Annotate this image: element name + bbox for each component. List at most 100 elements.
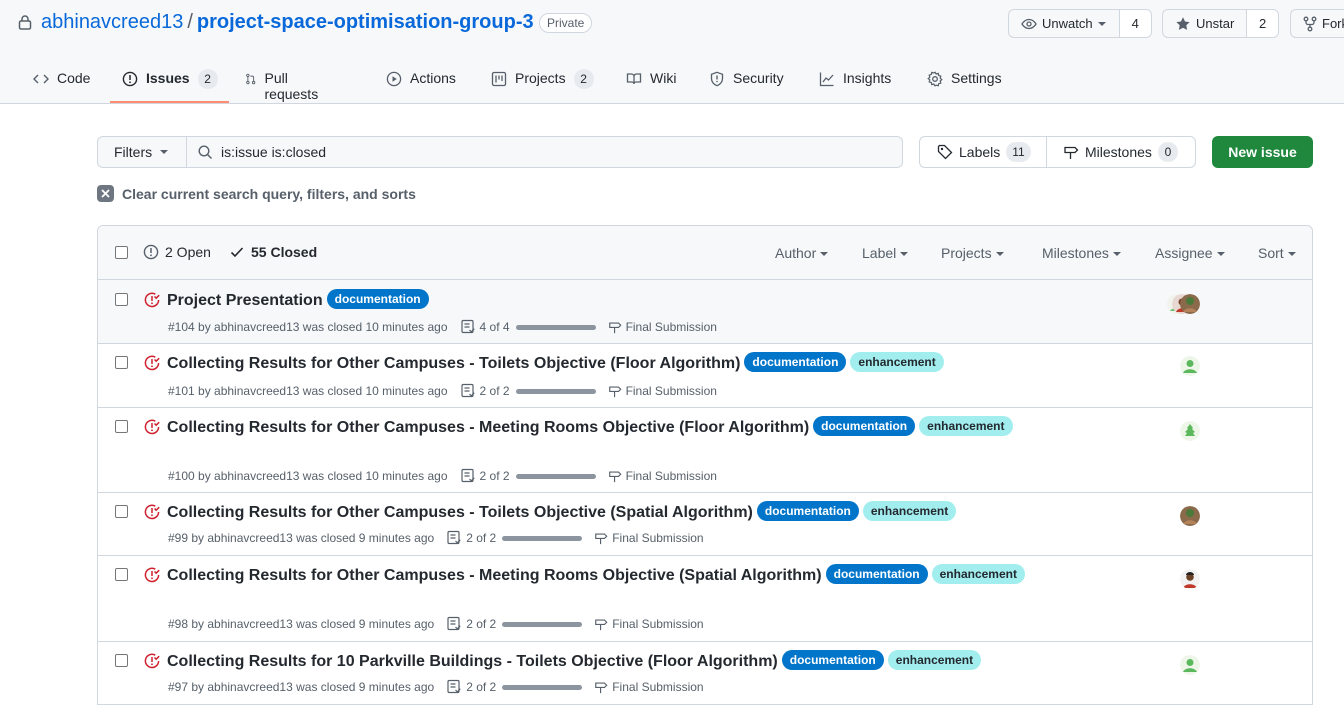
milestones-button[interactable]: Milestones 0	[1047, 137, 1178, 167]
milestones-label: Milestones	[1085, 144, 1152, 160]
label-enhancement[interactable]: enhancement	[850, 352, 944, 372]
tab-projects[interactable]: Projects 2	[491, 64, 594, 104]
visibility-badge: Private	[539, 13, 593, 33]
checklist-icon	[460, 319, 475, 334]
clear-filters-link[interactable]: Clear current search query, filters, and…	[97, 185, 416, 202]
milestone-name: Final Submission	[625, 320, 717, 334]
repo-name-link[interactable]: project-space-optimisation-group-3	[197, 11, 534, 33]
task-progress-text: 2 of 2	[466, 531, 497, 545]
new-issue-button[interactable]: New issue	[1212, 136, 1313, 168]
tab-issues[interactable]: Issues 2	[122, 64, 218, 104]
labels-label: Labels	[959, 144, 1001, 160]
milestone-link[interactable]: Final Submission	[608, 384, 717, 398]
task-progress-text: 2 of 2	[479, 469, 510, 483]
issue-checkbox[interactable]	[115, 293, 128, 306]
labels-milestones-group: Labels 11 Milestones 0	[919, 136, 1196, 168]
tab-actions[interactable]: Actions	[386, 64, 456, 104]
filters-label: Filters	[114, 144, 153, 160]
tab-settings[interactable]: Settings	[927, 64, 1002, 104]
label-enhancement[interactable]: enhancement	[919, 416, 1013, 436]
closed-issues-link[interactable]: 55 Closed	[229, 244, 317, 260]
milestone-icon	[1064, 146, 1079, 159]
tab-code[interactable]: Code	[33, 64, 90, 104]
label-documentation[interactable]: documentation	[825, 564, 928, 584]
issue-title-link[interactable]: Collecting Results for Other Campuses - …	[167, 419, 809, 436]
label-documentation[interactable]: documentation	[756, 501, 859, 521]
issue-title: Project Presentation documentation	[167, 289, 1052, 313]
repo-owner-link[interactable]: abhinavcreed13	[41, 11, 183, 33]
issue-checkbox[interactable]	[115, 654, 128, 667]
milestone-link[interactable]: Final Submission	[608, 320, 717, 334]
code-icon	[33, 74, 49, 84]
clear-filters-label: Clear current search query, filters, and…	[122, 185, 416, 202]
tab-insights[interactable]: Insights	[819, 64, 891, 104]
label-enhancement[interactable]: enhancement	[887, 650, 982, 670]
assignee-avatar[interactable]	[1180, 421, 1200, 441]
assignee-filter[interactable]: Assignee	[1155, 245, 1225, 261]
task-progress-bar	[502, 535, 583, 541]
unstar-label: Unstar	[1196, 16, 1235, 31]
assignee-avatar[interactable]	[1180, 569, 1200, 589]
milestones-filter[interactable]: Milestones	[1042, 245, 1121, 261]
label-enhancement[interactable]: enhancement	[862, 501, 957, 521]
issue-closed-icon	[144, 292, 160, 308]
milestone-link[interactable]: Final Submission	[608, 469, 717, 483]
issue-title-link[interactable]: Collecting Results for Other Campuses - …	[167, 567, 822, 584]
issue-checkbox[interactable]	[115, 420, 128, 433]
filters-button[interactable]: Filters	[97, 136, 187, 168]
unstar-button[interactable]: Unstar	[1163, 10, 1248, 37]
assignee-avatar[interactable]	[1180, 294, 1200, 314]
issue-checkbox[interactable]	[115, 356, 128, 369]
unwatch-button[interactable]: Unwatch	[1009, 10, 1120, 37]
closed-count-label: 55 Closed	[251, 244, 318, 260]
milestone-link[interactable]: Final Submission	[594, 617, 704, 631]
issue-meta: #101 by abhinavcreed13 was closed 10 min…	[168, 383, 717, 399]
issue-meta: #97 by abhinavcreed13 was closed 9 minut…	[168, 679, 704, 695]
tab-counter: 2	[573, 69, 594, 89]
issue-title-link[interactable]: Project Presentation	[167, 292, 323, 309]
issue-title-link[interactable]: Collecting Results for Other Campuses - …	[167, 504, 753, 521]
select-all-checkbox[interactable]	[115, 246, 128, 259]
assignee-avatar[interactable]	[1180, 356, 1200, 376]
label-documentation[interactable]: documentation	[813, 416, 916, 436]
issue-closed-icon	[144, 355, 160, 371]
star-count[interactable]: 2	[1247, 10, 1278, 37]
labels-button[interactable]: Labels 11	[920, 137, 1047, 167]
issue-closed-icon	[144, 419, 160, 435]
assignee-avatar[interactable]	[1180, 506, 1200, 526]
task-progress-bar	[502, 621, 583, 627]
issue-checkbox[interactable]	[115, 568, 128, 581]
issue-title: Collecting Results for Other Campuses - …	[167, 352, 1052, 376]
tag-icon	[937, 144, 953, 160]
issue-title-link[interactable]: Collecting Results for Other Campuses - …	[167, 355, 740, 372]
checklist-icon	[447, 530, 461, 545]
label-enhancement[interactable]: enhancement	[931, 564, 1025, 584]
milestone-link[interactable]: Final Submission	[594, 531, 704, 545]
author-filter[interactable]: Author	[775, 245, 828, 261]
fork-button[interactable]: Fork	[1291, 10, 1344, 37]
assignee-avatar[interactable]	[1180, 655, 1200, 675]
check-icon	[230, 247, 244, 258]
watch-count[interactable]: 4	[1119, 10, 1151, 37]
tab-pull-requests[interactable]: Pull requests	[245, 64, 323, 104]
issue-checkbox[interactable]	[115, 505, 128, 518]
issue-meta-text: #100 by abhinavcreed13 was closed 10 min…	[168, 469, 448, 483]
tab-wiki[interactable]: Wiki	[626, 64, 676, 104]
label-documentation[interactable]: documentation	[744, 352, 847, 372]
issue-search-input[interactable]: is:issue is:closed	[186, 136, 903, 168]
x-icon	[97, 185, 114, 202]
checklist-icon	[460, 468, 475, 483]
tab-security[interactable]: Security	[709, 64, 784, 104]
projects-filter[interactable]: Projects	[941, 245, 1004, 261]
label-documentation[interactable]: documentation	[326, 289, 429, 309]
label-filter[interactable]: Label	[862, 245, 908, 261]
open-issues-link[interactable]: 2 Open	[143, 244, 211, 260]
sort-filter[interactable]: Sort	[1258, 245, 1296, 261]
issue-title-link[interactable]: Collecting Results for 10 Parkville Buil…	[167, 653, 778, 670]
tab-label: Security	[733, 70, 784, 86]
task-progress-bar	[515, 324, 596, 330]
shield-icon	[710, 71, 724, 87]
search-icon	[198, 145, 212, 159]
issue-title: Collecting Results for 10 Parkville Buil…	[167, 650, 1052, 674]
label-documentation[interactable]: documentation	[781, 650, 884, 670]
